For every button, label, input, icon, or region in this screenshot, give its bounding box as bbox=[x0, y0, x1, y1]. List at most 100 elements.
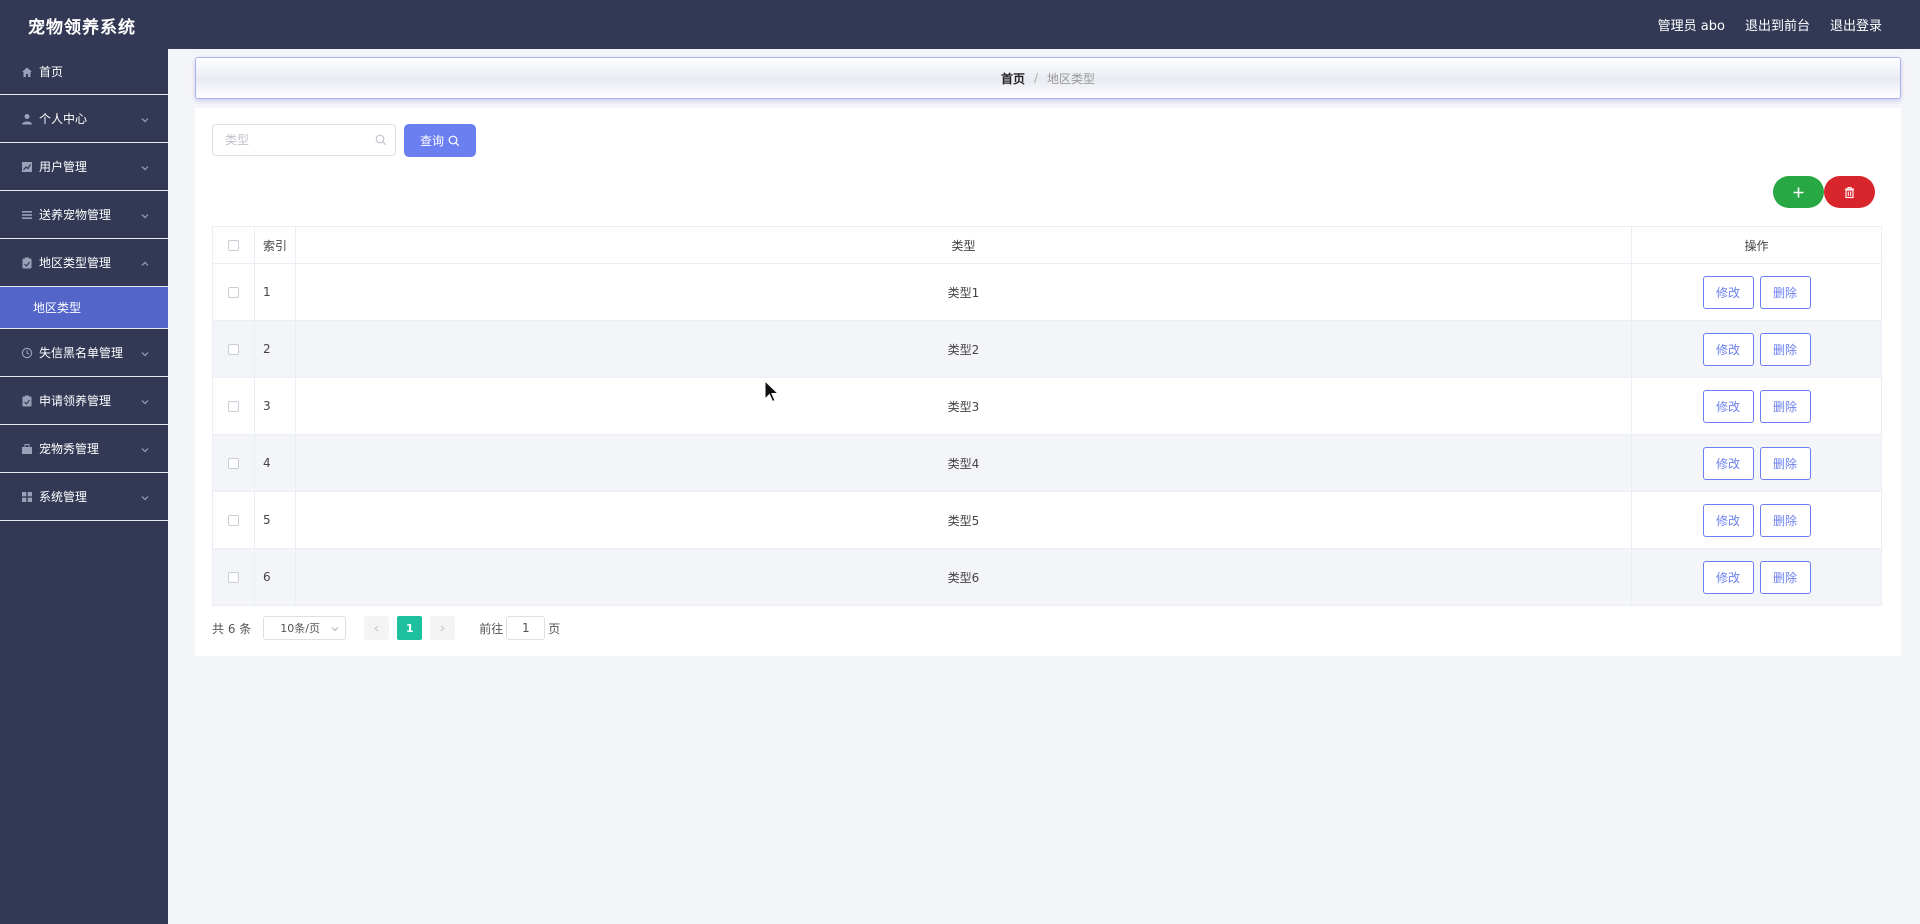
table-row: 3 类型3 修改 删除 bbox=[212, 377, 1882, 435]
table-row: 6 类型6 修改 删除 bbox=[212, 548, 1882, 606]
page-number-current[interactable]: 1 bbox=[397, 616, 423, 640]
row-checkbox[interactable] bbox=[228, 515, 239, 526]
row-checkbox[interactable] bbox=[228, 344, 239, 355]
exit-to-front-link[interactable]: 退出到前台 bbox=[1745, 15, 1810, 34]
sidebar-item-blacklist-management[interactable]: 失信黑名单管理 bbox=[0, 329, 168, 377]
row-index: 6 bbox=[254, 548, 296, 606]
clipboard-icon bbox=[21, 395, 33, 407]
row-actions: 修改 删除 bbox=[1631, 548, 1882, 606]
select-all-cell bbox=[212, 226, 255, 264]
edit-button[interactable]: 修改 bbox=[1702, 275, 1754, 309]
row-checkbox[interactable] bbox=[228, 287, 239, 298]
row-type: 类型2 bbox=[295, 320, 1632, 378]
delete-button[interactable]: 删除 bbox=[1759, 389, 1811, 423]
briefcase-icon bbox=[21, 443, 33, 455]
sidebar-item-region-type-management[interactable]: 地区类型管理 bbox=[0, 239, 168, 287]
edit-button[interactable]: 修改 bbox=[1702, 503, 1754, 537]
edit-button[interactable]: 修改 bbox=[1702, 446, 1754, 480]
delete-button[interactable]: 删除 bbox=[1759, 275, 1811, 309]
goto-suffix: 页 bbox=[548, 621, 561, 636]
row-check-cell bbox=[212, 491, 255, 549]
sidebar-item-label: 系统管理 bbox=[39, 490, 88, 504]
breadcrumb: 首页 / 地区类型 bbox=[195, 57, 1901, 99]
row-checkbox[interactable] bbox=[228, 458, 239, 469]
sidebar-item-label: 失信黑名单管理 bbox=[39, 346, 124, 360]
row-type: 类型1 bbox=[295, 263, 1632, 321]
plus-icon bbox=[1793, 187, 1804, 197]
table-row: 1 类型1 修改 删除 bbox=[212, 263, 1882, 321]
goto-page-input[interactable] bbox=[506, 616, 546, 640]
column-header-index: 索引 bbox=[254, 226, 296, 264]
row-index: 5 bbox=[254, 491, 296, 549]
row-check-cell bbox=[212, 434, 255, 492]
sidebar-subitem-label: 地区类型 bbox=[33, 301, 82, 315]
select-all-checkbox[interactable] bbox=[228, 240, 239, 251]
batch-delete-button[interactable] bbox=[1824, 176, 1875, 208]
clock-icon bbox=[21, 347, 33, 359]
sidebar-item-system-management[interactable]: 系统管理 bbox=[0, 473, 168, 521]
pagination: 共 6 条 10条/页 1 前往 页 bbox=[212, 616, 560, 640]
table-row: 5 类型5 修改 删除 bbox=[212, 491, 1882, 549]
row-type: 类型4 bbox=[295, 434, 1632, 492]
chevron-down-icon bbox=[140, 210, 150, 220]
chevron-down-icon bbox=[140, 444, 150, 454]
row-actions: 修改 删除 bbox=[1631, 263, 1882, 321]
row-type: 类型6 bbox=[295, 548, 1632, 606]
page-size-value: 10条/页 bbox=[280, 622, 320, 635]
sidebar-item-label: 送养宠物管理 bbox=[39, 208, 112, 222]
search-icon bbox=[448, 135, 460, 146]
row-index: 2 bbox=[254, 320, 296, 378]
chevron-down-icon bbox=[331, 627, 339, 632]
home-icon bbox=[21, 66, 33, 78]
breadcrumb-home[interactable]: 首页 bbox=[1001, 70, 1025, 87]
search-icon bbox=[375, 134, 387, 146]
row-check-cell bbox=[212, 377, 255, 435]
pagination-total: 共 6 条 bbox=[212, 621, 252, 636]
query-button[interactable]: 查询 bbox=[404, 124, 476, 157]
sidebar-subitem-region-type[interactable]: 地区类型 bbox=[0, 287, 168, 329]
delete-button[interactable]: 删除 bbox=[1759, 560, 1811, 594]
next-page-button[interactable] bbox=[430, 616, 456, 640]
query-button-label: 查询 bbox=[419, 134, 444, 148]
page-size-select[interactable]: 10条/页 bbox=[263, 616, 347, 640]
logout-link[interactable]: 退出登录 bbox=[1830, 15, 1882, 34]
sidebar-item-user-management[interactable]: 用户管理 bbox=[0, 143, 168, 191]
chevron-up-icon bbox=[140, 258, 150, 268]
sidebar-item-label: 宠物秀管理 bbox=[39, 442, 100, 456]
current-user-label: 管理员 abo bbox=[1657, 19, 1725, 34]
sidebar-item-home[interactable]: 首页 bbox=[0, 49, 168, 95]
prev-page-button[interactable] bbox=[364, 616, 390, 640]
edit-button[interactable]: 修改 bbox=[1702, 332, 1754, 366]
row-checkbox[interactable] bbox=[228, 572, 239, 583]
sidebar-item-adoption-application-management[interactable]: 申请领养管理 bbox=[0, 377, 168, 425]
delete-button[interactable]: 删除 bbox=[1759, 503, 1811, 537]
delete-button[interactable]: 删除 bbox=[1759, 332, 1811, 366]
sidebar-item-pet-rehome-management[interactable]: 送养宠物管理 bbox=[0, 191, 168, 239]
search-input[interactable] bbox=[213, 125, 363, 155]
row-check-cell bbox=[212, 263, 255, 321]
header-actions: 管理员 abo 退出到前台 退出登录 bbox=[1658, 15, 1882, 34]
column-header-actions: 操作 bbox=[1631, 226, 1882, 264]
chevron-down-icon bbox=[140, 348, 150, 358]
sidebar: 首页 个人中心 用户管理 送养宠物管理 地区类型管理 地区类型 失信黑名单管理 … bbox=[0, 49, 168, 924]
chevron-left-icon bbox=[374, 625, 379, 631]
row-index: 3 bbox=[254, 377, 296, 435]
add-button[interactable] bbox=[1773, 176, 1824, 208]
delete-button[interactable]: 删除 bbox=[1759, 446, 1811, 480]
breadcrumb-separator: / bbox=[1033, 71, 1039, 85]
row-actions: 修改 删除 bbox=[1631, 491, 1882, 549]
edit-button[interactable]: 修改 bbox=[1702, 560, 1754, 594]
sidebar-item-pet-show-management[interactable]: 宠物秀管理 bbox=[0, 425, 168, 473]
mouse-cursor-icon bbox=[764, 380, 780, 403]
chevron-down-icon bbox=[140, 162, 150, 172]
sidebar-item-personal-center[interactable]: 个人中心 bbox=[0, 95, 168, 143]
trash-icon bbox=[1845, 186, 1854, 198]
row-actions: 修改 删除 bbox=[1631, 377, 1882, 435]
edit-button[interactable]: 修改 bbox=[1702, 389, 1754, 423]
table-row: 2 类型2 修改 删除 bbox=[212, 320, 1882, 378]
column-header-type: 类型 bbox=[295, 226, 1632, 264]
row-checkbox[interactable] bbox=[228, 401, 239, 412]
top-bar: 宠物领养系统 管理员 abo 退出到前台 退出登录 bbox=[0, 0, 1920, 49]
sidebar-item-label: 首页 bbox=[39, 65, 64, 79]
grid-icon bbox=[21, 491, 33, 503]
